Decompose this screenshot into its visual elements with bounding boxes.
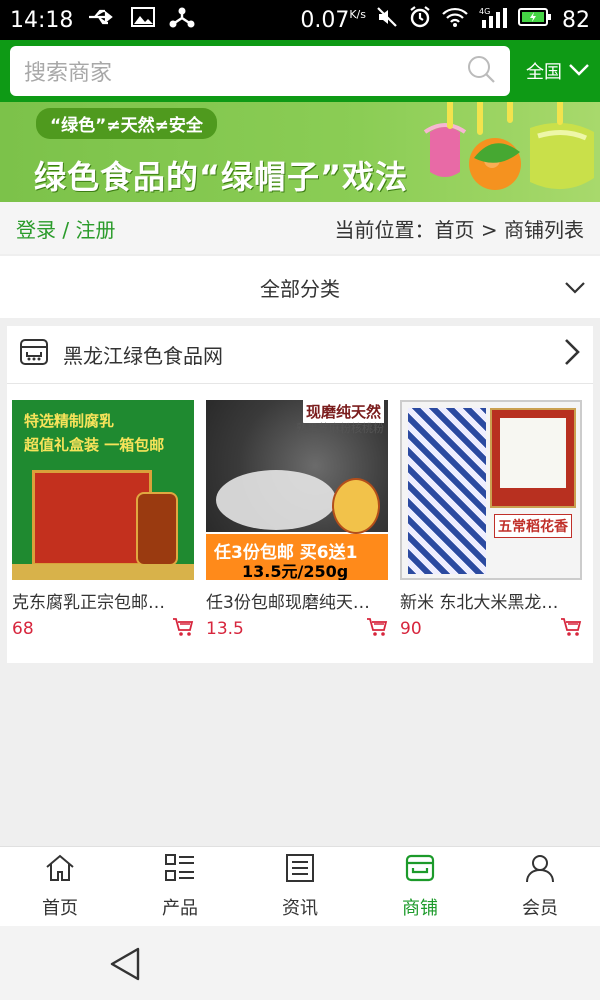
product-image-price: 13.5元/250g — [242, 562, 349, 580]
nav-home[interactable]: 首页 — [0, 847, 120, 926]
product-price: 13.5 — [206, 619, 244, 639]
nav-label: 会员 — [522, 898, 558, 919]
banner-pill: “绿色”≠天然≠安全 — [36, 108, 217, 139]
product-title[interactable]: 任3份包邮现磨纯天… — [206, 588, 388, 613]
nav-member[interactable]: 会员 — [480, 847, 600, 926]
svg-text:4G: 4G — [479, 7, 490, 16]
login-register-link[interactable]: 登录 / 注册 — [16, 214, 115, 243]
alarm-icon — [408, 5, 432, 35]
product-card[interactable]: 五常稻花香 新米 东北大米黑龙… 90 — [400, 400, 582, 641]
network-speed: 0.07K/s — [300, 7, 366, 33]
mute-icon — [376, 6, 398, 34]
search-input[interactable]: 搜索商家 — [10, 46, 510, 96]
product-title[interactable]: 克东腐乳正宗包邮… — [12, 588, 194, 613]
shop-header[interactable]: 黑龙江绿色食品网 — [7, 326, 593, 384]
chevron-down-icon — [564, 276, 586, 300]
cart-icon[interactable] — [172, 617, 194, 641]
wifi-icon — [442, 7, 468, 33]
product-image-caption: 熟黑芝麻粉核桃粉 — [296, 422, 384, 435]
search-placeholder: 搜索商家 — [24, 61, 113, 86]
cart-icon[interactable] — [366, 617, 388, 641]
home-icon — [44, 853, 76, 888]
breadcrumb: 当前位置：首页 > 商铺列表 — [334, 217, 584, 242]
promo-banner[interactable]: “绿色”≠天然≠安全 绿色食品的“绿帽子”戏法 — [0, 102, 600, 202]
shop-card: 黑龙江绿色食品网 特选精制腐乳 超值礼盒装 一箱包邮 克东腐乳正宗包邮… 68 — [7, 326, 593, 663]
nav-label: 首页 — [42, 898, 78, 919]
back-triangle-icon[interactable] — [108, 946, 142, 986]
app-header: 搜索商家 全国 — [0, 40, 600, 102]
product-price: 90 — [400, 619, 422, 639]
product-card[interactable]: 现磨纯天然 熟黑芝麻粉核桃粉 任3份包邮 买6送1 13.5元/250g 任3份… — [206, 400, 388, 641]
image-icon — [131, 6, 156, 34]
bottom-nav: 首页 产品 资讯 商铺 会员 — [0, 846, 600, 926]
system-nav-bar — [0, 926, 600, 1000]
product-image[interactable]: 五常稻花香 — [400, 400, 582, 580]
product-image[interactable]: 特选精制腐乳 超值礼盒装 一箱包邮 — [12, 400, 194, 580]
banner-headline: 绿色食品的“绿帽子”戏法 — [34, 158, 409, 196]
region-label: 全国 — [526, 62, 562, 83]
nav-news[interactable]: 资讯 — [240, 847, 360, 926]
status-time: 14:18 — [10, 7, 74, 33]
breadcrumb-bar: 登录 / 注册 当前位置：首页 > 商铺列表 — [0, 202, 600, 254]
status-bar: 14:18 0.07K/s 4G 82 — [0, 0, 600, 40]
product-title[interactable]: 新米 东北大米黑龙… — [400, 588, 582, 613]
category-dropdown[interactable]: 全部分类 — [0, 256, 600, 318]
chevron-down-icon — [568, 61, 590, 82]
product-image[interactable]: 现磨纯天然 熟黑芝麻粉核桃粉 任3份包邮 买6送1 13.5元/250g — [206, 400, 388, 580]
nav-products[interactable]: 产品 — [120, 847, 240, 926]
fruit-splash-icon — [423, 102, 594, 190]
category-label: 全部分类 — [260, 276, 340, 301]
region-selector[interactable]: 全国 — [526, 58, 590, 84]
signal-icon: 4G — [478, 6, 508, 34]
shop-icon — [404, 853, 436, 888]
product-list: 特选精制腐乳 超值礼盒装 一箱包邮 克东腐乳正宗包邮… 68 现磨纯天然 熟黑芝… — [7, 384, 593, 641]
nav-label: 资讯 — [282, 898, 318, 919]
search-icon[interactable] — [466, 54, 496, 88]
user-icon — [524, 853, 556, 888]
battery-icon — [518, 7, 552, 33]
product-image-caption: 五常稻花香 — [494, 514, 572, 538]
chevron-right-icon[interactable] — [563, 338, 581, 371]
product-list-icon — [164, 853, 196, 888]
nav-label: 商铺 — [402, 898, 438, 919]
product-image-caption: 特选精制腐乳 — [24, 412, 115, 430]
product-price: 68 — [12, 619, 34, 639]
product-image-caption: 超值礼盒装 一箱包邮 — [24, 436, 165, 454]
shop-name: 黑龙江绿色食品网 — [63, 344, 223, 368]
battery-level: 82 — [562, 7, 590, 33]
shop-icon — [19, 337, 49, 372]
share-node-icon — [169, 6, 195, 34]
product-card[interactable]: 特选精制腐乳 超值礼盒装 一箱包邮 克东腐乳正宗包邮… 68 — [12, 400, 194, 641]
usb-icon — [87, 7, 117, 33]
nav-label: 产品 — [162, 898, 198, 919]
cart-icon[interactable] — [560, 617, 582, 641]
nav-shops[interactable]: 商铺 — [360, 847, 480, 926]
news-icon — [284, 853, 316, 888]
